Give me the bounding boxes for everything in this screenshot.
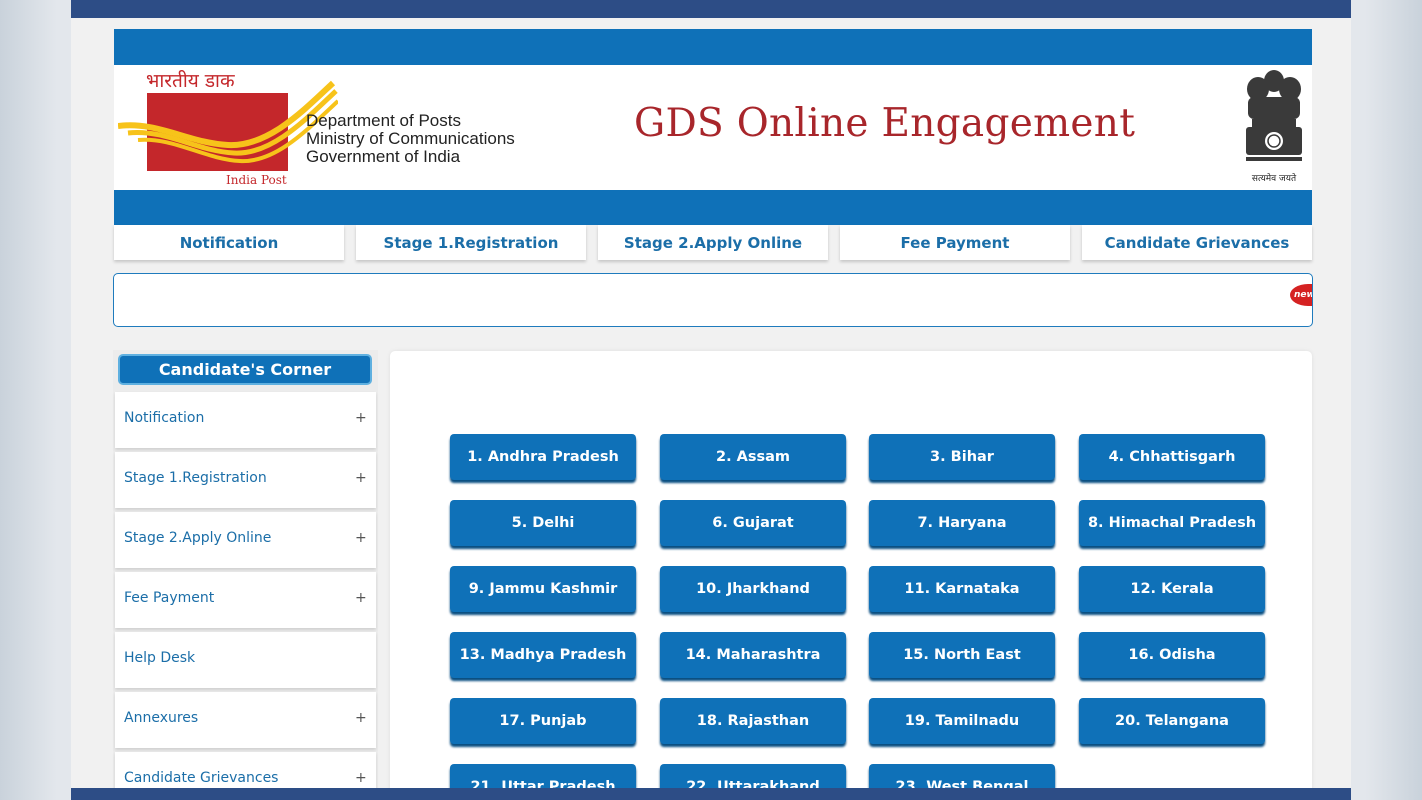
expand-plus-icon[interactable]: + — [355, 710, 367, 726]
logo-caption: India Post — [226, 173, 287, 187]
state-button[interactable]: 19. Tamilnadu — [869, 698, 1055, 744]
header-band-bottom — [114, 190, 1312, 225]
sidebar-item-label: Annexures — [124, 710, 199, 726]
state-button[interactable]: 8. Himachal Pradesh — [1079, 500, 1265, 546]
dept-line: Government of India — [306, 147, 461, 166]
state-button[interactable]: 4. Chhattisgarh — [1079, 434, 1265, 480]
sidebar-item-candidate-grievances[interactable]: Candidate Grievances + — [115, 752, 376, 788]
sidebar-item-notification[interactable]: Notification + — [115, 392, 376, 448]
state-button[interactable]: 11. Karnataka — [869, 566, 1055, 612]
logo-swoosh-icon — [118, 80, 338, 164]
state-button[interactable]: 14. Maharashtra — [660, 632, 846, 678]
sidebar-title: Candidate's Corner — [118, 354, 372, 385]
sidebar-item-label: Stage 2.Apply Online — [124, 530, 272, 546]
page: भारतीय डाक India Post Department of Post… — [71, 18, 1351, 788]
state-button[interactable]: 1. Andhra Pradesh — [450, 434, 636, 480]
sidebar-item-annexures[interactable]: Annexures + — [115, 692, 376, 748]
nav-notification[interactable]: Notification — [114, 225, 344, 260]
sidebar-item-label: Stage 1.Registration — [124, 470, 267, 486]
state-button[interactable]: 21. Uttar Pradesh — [450, 764, 636, 788]
site-header: भारतीय डाक India Post Department of Post… — [114, 29, 1312, 225]
expand-plus-icon[interactable]: + — [355, 530, 367, 546]
expand-plus-icon[interactable]: + — [355, 590, 367, 606]
sidebar-item-label: Help Desk — [124, 650, 196, 666]
ashoka-emblem-icon — [1246, 70, 1302, 161]
expand-plus-icon[interactable]: + — [355, 470, 367, 486]
state-button[interactable]: 16. Odisha — [1079, 632, 1265, 678]
state-button[interactable]: 17. Punjab — [450, 698, 636, 744]
state-button[interactable]: 3. Bihar — [869, 434, 1055, 480]
state-button[interactable]: 13. Madhya Pradesh — [450, 632, 636, 678]
nav-fee-payment[interactable]: Fee Payment — [840, 225, 1070, 260]
sidebar-item-fee-payment[interactable]: Fee Payment + — [115, 572, 376, 628]
page-title: GDS Online Engagement — [634, 101, 1136, 146]
expand-plus-icon[interactable]: + — [355, 410, 367, 426]
sidebar-item-label: Notification — [124, 410, 205, 426]
state-button[interactable]: 12. Kerala — [1079, 566, 1265, 612]
header-band-top — [114, 29, 1312, 65]
state-button[interactable]: 6. Gujarat — [660, 500, 846, 546]
india-post-logo[interactable]: भारतीय डाक India Post — [118, 67, 338, 189]
state-button[interactable]: 10. Jharkhand — [660, 566, 846, 612]
state-button[interactable]: 22. Uttarakhand — [660, 764, 846, 788]
nav-stage2-apply-online[interactable]: Stage 2.Apply Online — [598, 225, 828, 260]
main-nav: Notification Stage 1.Registration Stage … — [114, 225, 1312, 260]
sidebar-item-label: Candidate Grievances — [124, 770, 279, 786]
emblem-motto: सत्यमेव जयते — [1251, 174, 1297, 184]
dept-line: Department of Posts — [306, 111, 461, 130]
new-badge[interactable]: new — [1290, 284, 1312, 306]
state-button[interactable]: 23. West Bengal — [869, 764, 1055, 788]
national-emblem: सत्यमेव जयते — [1238, 67, 1310, 187]
expand-plus-icon[interactable]: + — [355, 770, 367, 786]
state-selection-panel: 1. Andhra Pradesh 2. Assam 3. Bihar 4. C… — [390, 351, 1312, 788]
state-button[interactable]: 5. Delhi — [450, 500, 636, 546]
browser-top-bar — [71, 0, 1351, 18]
dept-line: Ministry of Communications — [306, 129, 515, 148]
sidebar-item-help-desk[interactable]: Help Desk — [115, 632, 376, 688]
state-button[interactable]: 7. Haryana — [869, 500, 1055, 546]
state-button[interactable]: 18. Rajasthan — [660, 698, 846, 744]
sidebar-item-stage2-apply-online[interactable]: Stage 2.Apply Online + — [115, 512, 376, 568]
nav-stage1-registration[interactable]: Stage 1.Registration — [356, 225, 586, 260]
browser-bottom-bar — [71, 788, 1351, 800]
sidebar-item-label: Fee Payment — [124, 590, 215, 606]
department-text: Department of Posts Ministry of Communic… — [306, 112, 515, 166]
state-button[interactable]: 15. North East — [869, 632, 1055, 678]
state-button[interactable]: 9. Jammu Kashmir — [450, 566, 636, 612]
sidebar-item-stage1-registration[interactable]: Stage 1.Registration + — [115, 452, 376, 508]
nav-candidate-grievances[interactable]: Candidate Grievances — [1082, 225, 1312, 260]
candidates-corner-sidebar: Candidate's Corner Notification + Stage … — [113, 350, 378, 788]
state-button[interactable]: 2. Assam — [660, 434, 846, 480]
news-ticker: new — [113, 273, 1313, 327]
state-button[interactable]: 20. Telangana — [1079, 698, 1265, 744]
